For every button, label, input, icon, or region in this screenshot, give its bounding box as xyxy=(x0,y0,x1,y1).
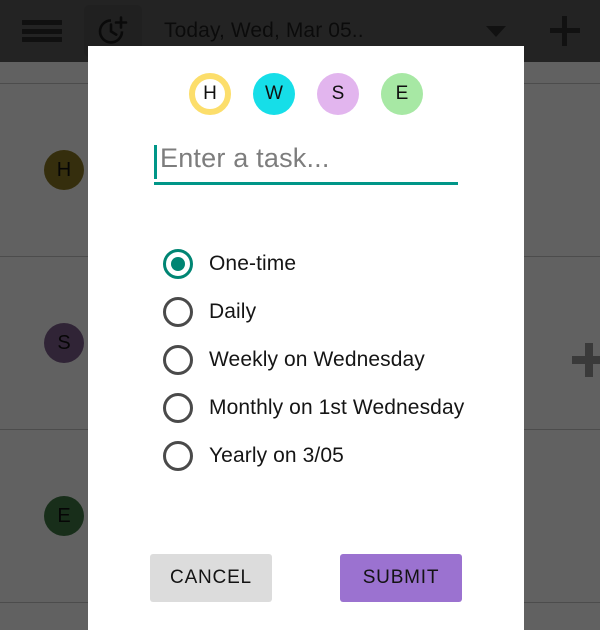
member-avatar-s[interactable]: S xyxy=(317,73,359,115)
radio-unselected-icon xyxy=(163,297,193,327)
text-cursor xyxy=(154,145,157,179)
add-task-dialog: H W S E Enter a task... One-time Daily W… xyxy=(88,46,524,630)
radio-one-time[interactable]: One-time xyxy=(163,240,524,288)
radio-weekly[interactable]: Weekly on Wednesday xyxy=(163,336,524,384)
radio-label: Yearly on 3/05 xyxy=(209,444,344,467)
task-input-placeholder: Enter a task... xyxy=(160,143,330,173)
app-root: Today, Wed, Mar 05.. H S E H W xyxy=(0,0,600,630)
radio-label: Monthly on 1st Wednesday xyxy=(209,396,465,419)
dialog-actions: CANCEL SUBMIT xyxy=(88,554,524,602)
member-avatar-w[interactable]: W xyxy=(253,73,295,115)
member-avatar-row: H W S E xyxy=(88,46,524,115)
radio-unselected-icon xyxy=(163,393,193,423)
radio-selected-icon xyxy=(163,249,193,279)
member-avatar-e[interactable]: E xyxy=(381,73,423,115)
task-input[interactable]: Enter a task... xyxy=(154,141,458,185)
radio-unselected-icon xyxy=(163,345,193,375)
radio-label: Daily xyxy=(209,300,257,323)
radio-yearly[interactable]: Yearly on 3/05 xyxy=(163,432,524,480)
radio-unselected-icon xyxy=(163,441,193,471)
member-avatar-h[interactable]: H xyxy=(189,73,231,115)
radio-label: Weekly on Wednesday xyxy=(209,348,425,371)
cancel-button[interactable]: CANCEL xyxy=(150,554,272,602)
radio-monthly[interactable]: Monthly on 1st Wednesday xyxy=(163,384,524,432)
radio-label: One-time xyxy=(209,252,297,275)
radio-daily[interactable]: Daily xyxy=(163,288,524,336)
recurrence-radio-group: One-time Daily Weekly on Wednesday Month… xyxy=(88,240,524,480)
input-underline xyxy=(154,182,458,185)
submit-button[interactable]: SUBMIT xyxy=(340,554,462,602)
